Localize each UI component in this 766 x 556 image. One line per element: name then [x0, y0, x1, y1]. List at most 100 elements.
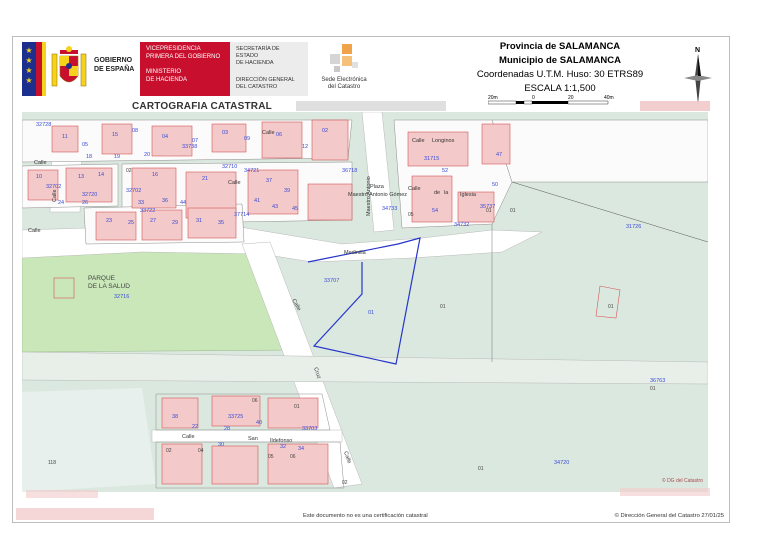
tiny-label: 05: [408, 212, 414, 218]
parcel-number: 32720: [82, 192, 97, 198]
parcel-number: 16: [152, 172, 158, 178]
parcel-number: 11: [62, 134, 68, 140]
cadastral-map[interactable]: Calle Calle Calle Calle Calle Plaza Maes…: [22, 112, 708, 492]
parcel-number: 54: [432, 208, 438, 214]
parcel-number: 33703: [302, 426, 317, 432]
scale-tick-label: 20m: [488, 95, 498, 101]
parcel-number: 32: [280, 444, 286, 450]
parcel-number: 28: [224, 426, 230, 432]
redacted-corner-bar: [640, 101, 710, 111]
parcel-number: 01: [368, 310, 374, 316]
parcel-number: 33725: [228, 414, 243, 420]
parcel-number: 35: [218, 220, 224, 226]
footer-copyright: © Dirección General del Catastro 27/01/2…: [614, 513, 724, 519]
tiny-label: 02: [126, 168, 132, 174]
street-label: Calle: [228, 180, 241, 186]
parcel-number: 15: [112, 132, 118, 138]
parcel-number: 13: [78, 174, 84, 180]
tiny-label: 01: [294, 404, 300, 410]
bottom-left-label: 118: [48, 460, 56, 466]
parcel-number: 34: [298, 446, 304, 452]
tiny-label: 02: [342, 480, 348, 486]
parcel-number: 33707: [324, 278, 339, 284]
redacted-footer-bar: [26, 490, 98, 498]
redacted-footer-bar: [16, 508, 154, 520]
parcel-number: 29: [172, 220, 178, 226]
parcel-number: 36: [162, 198, 168, 204]
tiny-label: 01: [510, 208, 516, 214]
corner-copyright-label: © DG del Catastro: [662, 477, 703, 484]
parcel-number: 50: [492, 182, 498, 188]
parcel-number: 26: [82, 200, 88, 206]
street-label: Calle: [408, 186, 421, 192]
street-label: Longinos: [432, 138, 455, 144]
street-label: Plaza: [370, 184, 385, 190]
street-label: Calle: [182, 434, 195, 440]
parcel-number: 37: [266, 178, 272, 184]
redacted-ref-bar: [296, 101, 446, 111]
tiny-label: 01: [478, 466, 484, 472]
parcel-number: 19: [114, 154, 120, 160]
street-label: Iglesia: [460, 192, 477, 198]
scale-bar: 20m 0 20 40m: [488, 95, 614, 105]
parcel-number: 06: [276, 132, 282, 138]
street-label: Calle: [28, 228, 41, 234]
parcel-number: 27: [150, 218, 156, 224]
parcel-number: 32702: [126, 188, 141, 194]
street-label: Calle: [34, 160, 47, 166]
parcel-number: 34721: [244, 168, 259, 174]
parcel-number: 36718: [342, 168, 357, 174]
sede-label-line1: Sede Electrónica: [321, 77, 367, 83]
parcel-number: 09: [244, 136, 250, 142]
parcel-number: 36763: [650, 378, 665, 384]
tiny-label: 01: [440, 304, 446, 310]
parcel-number: 34733: [382, 206, 397, 212]
parcel-number: 20: [144, 152, 150, 158]
parcel-number: 31: [196, 218, 202, 224]
street-label: Medinilla: [344, 250, 367, 256]
municipio-title: Municipio de SALAMANCA: [499, 55, 621, 66]
parcel-number: 34720: [554, 460, 569, 466]
tiny-label: 06: [290, 454, 296, 460]
parcel-number: 33722: [140, 208, 155, 214]
eu-flag-icon: ★ ★ ★ ★: [22, 42, 36, 96]
parcel-number: 05: [82, 142, 88, 148]
scale-tick-label: 40m: [604, 95, 614, 101]
catastro-squares-icon: [330, 44, 358, 72]
coat-of-arms-icon: [51, 46, 87, 87]
secretaria-box: SECRETARÍA DE ESTADO DE HACIENDA DIRECCIÓ…: [230, 42, 308, 96]
parcel-number: 32728: [36, 122, 51, 128]
parcel-number: 47: [496, 152, 502, 158]
parcel-number: 24: [58, 200, 64, 206]
parcel-number: 34732: [454, 222, 469, 228]
parcel-number: 30: [218, 442, 224, 448]
parcel-number: 04: [162, 134, 168, 140]
parcel-number: 41: [254, 198, 260, 204]
tiny-label: 06: [252, 398, 258, 404]
parcel-number: 52: [442, 168, 448, 174]
parcel-number: 10: [36, 174, 42, 180]
scale-label: ESCALA 1:1,500: [524, 83, 596, 94]
svg-text:PARQUE: PARQUE: [88, 275, 116, 282]
coordinates-label: Coordenadas U.T.M. Huso: 30 ETRS89: [476, 69, 644, 80]
parcel-number: 38: [172, 414, 178, 420]
parcel-number: 08: [132, 128, 138, 134]
scale-tick-label: 0: [532, 95, 535, 101]
parcel-number: 14: [98, 172, 104, 178]
parcel-number: 40: [256, 420, 262, 426]
parcel-number: 44: [180, 200, 186, 206]
spain-flag-yellow: [42, 42, 46, 96]
scale-tick-label: 20: [568, 95, 574, 101]
parcel-number: 43: [272, 204, 278, 210]
gov-logo-block: ★ ★ ★ ★ GOBIERNO DE ESPAÑA VICEPRESIDENCIA P…: [22, 40, 312, 98]
parcel-number: 32710: [222, 164, 237, 170]
provincia-title: Provincia de SALAMANCA: [499, 41, 621, 52]
parcel-number: 39: [284, 188, 290, 194]
certification-note: Este documento no es una certificación c…: [303, 513, 428, 519]
title-block: Provincia de SALAMANCA Municipio de SALA…: [440, 40, 680, 96]
tiny-label: 04: [198, 448, 204, 454]
sede-electronica-logo: Sede Electrónica del Catastro: [314, 44, 374, 94]
map-canvas[interactable]: Calle Calle Calle Calle Calle Plaza Maes…: [22, 112, 708, 492]
parcel-number: 22: [192, 424, 198, 430]
tiny-label: 01: [486, 208, 492, 214]
